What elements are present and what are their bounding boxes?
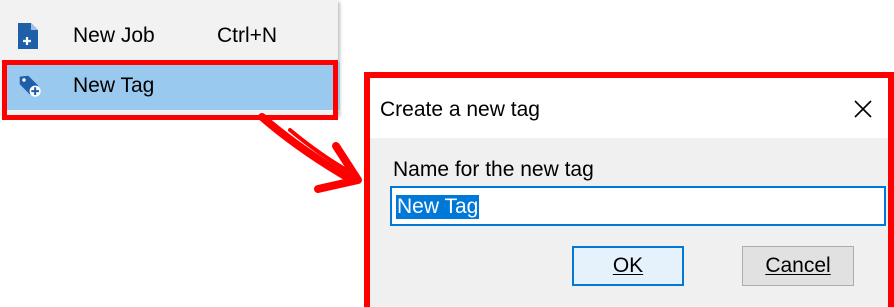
menu-item-shortcut: Ctrl+N (217, 24, 278, 47)
tag-name-input[interactable]: New Tag (390, 186, 886, 226)
ok-button-label: OK (612, 254, 644, 277)
create-tag-dialog: Create a new tag Name for the new tag Ne… (364, 72, 894, 307)
tag-name-label: Name for the new tag (393, 158, 594, 181)
dialog-body: Name for the new tag New Tag OK Cancel (370, 138, 888, 307)
ok-button[interactable]: OK (572, 246, 684, 286)
tag-name-value: New Tag (396, 195, 480, 219)
new-document-icon (18, 23, 38, 49)
menu-item-new-job[interactable]: New Job Ctrl+N (0, 12, 338, 60)
close-icon (854, 100, 872, 118)
cancel-button[interactable]: Cancel (742, 246, 854, 286)
menu-item-label: New Job (73, 24, 155, 47)
cancel-button-label: Cancel (765, 254, 831, 277)
dialog-title: Create a new tag (380, 98, 540, 121)
close-button[interactable] (848, 94, 878, 124)
annotation-highlight-menu-item (2, 60, 338, 120)
